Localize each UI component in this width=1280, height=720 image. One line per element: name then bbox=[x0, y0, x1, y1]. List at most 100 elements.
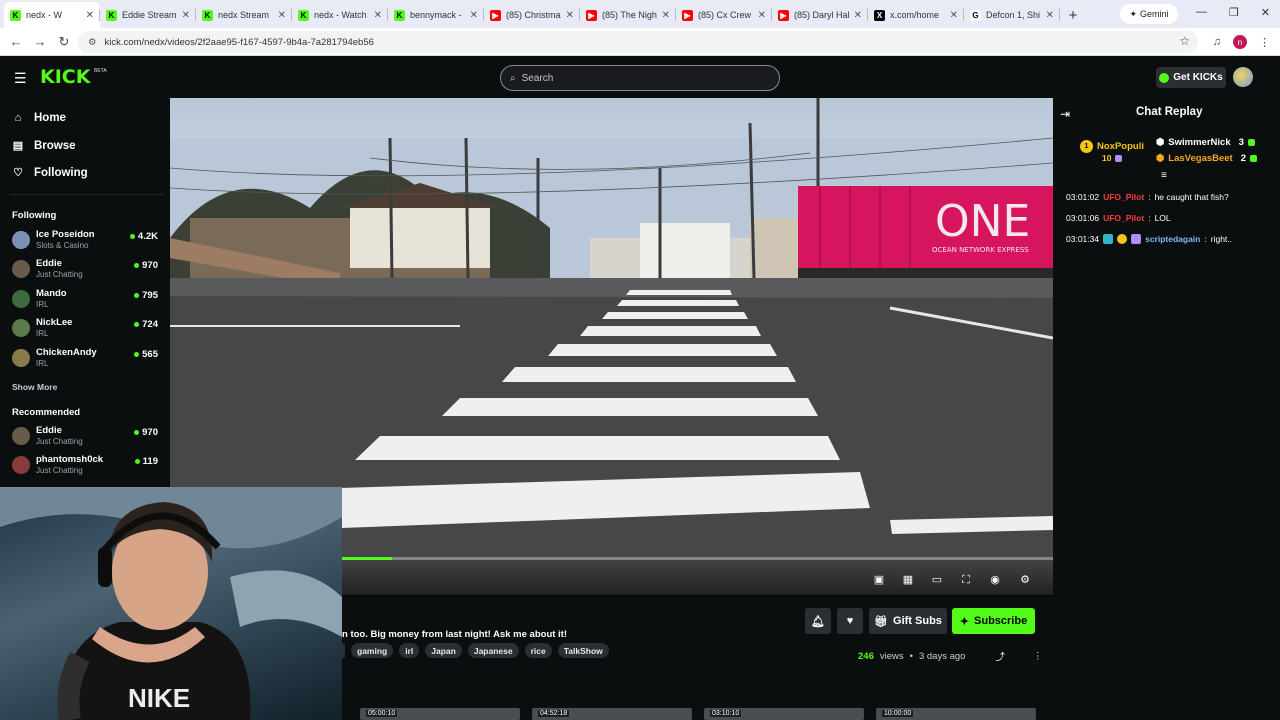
chat-username[interactable]: UFO_Pilot bbox=[1103, 213, 1144, 223]
viewer-count-value: 795 bbox=[142, 289, 158, 301]
related-video-thumbnail[interactable]: 04:52:18 bbox=[532, 708, 692, 720]
channel-category: Slots & Casino bbox=[36, 241, 89, 250]
top-gifter-3[interactable]: ⬢ LasVegasBeet 2 bbox=[1156, 153, 1258, 164]
hamburger-menu-icon[interactable]: ☰ bbox=[14, 70, 27, 87]
notification-bell-button[interactable]: 🔔︎ bbox=[805, 608, 831, 634]
viewer-count: 4.2K bbox=[129, 231, 158, 242]
close-tab-icon[interactable]: ✕ bbox=[758, 10, 766, 21]
more-options-icon[interactable]: ⋮ bbox=[1033, 651, 1043, 662]
mini-player-icon[interactable]: ▣ bbox=[872, 573, 886, 587]
tag-chip[interactable]: rice bbox=[524, 643, 552, 658]
channel-row[interactable]: ChickenAndy IRL 565 bbox=[12, 346, 162, 372]
browser-tab[interactable]: Knedx Stream ✕ bbox=[196, 2, 292, 28]
tab-title: (85) Christma bbox=[506, 10, 561, 20]
media-controls-icon[interactable]: ♫ bbox=[1213, 36, 1221, 48]
close-tab-icon[interactable]: ✕ bbox=[1046, 10, 1054, 21]
sidebar-item-home[interactable]: ⌂ Home bbox=[12, 112, 66, 124]
reload-icon[interactable]: ↻ bbox=[52, 34, 76, 50]
subscribe-button[interactable]: ✦ Subscribe bbox=[952, 608, 1035, 634]
collapse-chat-icon[interactable]: ⇥ bbox=[1060, 107, 1070, 121]
share-icon[interactable]: ⤴ bbox=[995, 649, 1005, 663]
close-window-icon[interactable]: ✕ bbox=[1261, 6, 1270, 19]
tab-favicon-icon: K bbox=[10, 9, 21, 21]
browser-tab[interactable]: Kbennymack - ✕ bbox=[388, 2, 484, 28]
channel-row[interactable]: Ice Poseidon Slots & Casino 4.2K bbox=[12, 228, 162, 254]
close-tab-icon[interactable]: ✕ bbox=[566, 10, 574, 21]
tab-title: (85) Daryl Hal bbox=[794, 10, 849, 20]
browser-tab[interactable]: ▶ (85) Christma ✕ bbox=[484, 2, 580, 28]
video-duration: 04:52:18 bbox=[538, 710, 570, 717]
site-info-icon[interactable]: ⚙ bbox=[88, 37, 97, 48]
gift-subs-button[interactable]: 🎁︎ Gift Subs bbox=[869, 608, 947, 634]
close-tab-icon[interactable]: ✕ bbox=[86, 10, 94, 21]
browser-tab[interactable]: ▶ (85) The Nigh ✕ bbox=[580, 2, 676, 28]
browser-tab[interactable]: ▶ (85) Cx Crew ✕ bbox=[676, 2, 772, 28]
channel-category: Just Chatting bbox=[36, 466, 83, 476]
close-tab-icon[interactable]: ✕ bbox=[854, 10, 862, 21]
sidebar-item-following[interactable]: ♡ Following bbox=[12, 166, 88, 180]
back-icon[interactable]: ← bbox=[4, 34, 28, 49]
browser-tab[interactable]: K Eddie Stream ✕ bbox=[100, 2, 196, 28]
close-tab-icon[interactable]: ✕ bbox=[278, 10, 286, 21]
sidebar-item-browse[interactable]: ▤ Browse bbox=[12, 139, 76, 153]
viewer-count: 795 bbox=[134, 290, 158, 301]
chat-username[interactable]: UFO_Pilot bbox=[1103, 192, 1144, 202]
subscribe-label: Subscribe bbox=[974, 615, 1028, 627]
gemini-label: Gemini bbox=[1140, 9, 1169, 19]
tag-chip[interactable]: irl bbox=[399, 643, 420, 658]
channel-row[interactable]: Mando IRL 795 bbox=[12, 287, 162, 313]
browser-tab[interactable]: Knedx - W ✕ bbox=[4, 2, 100, 28]
minimize-icon[interactable]: — bbox=[1196, 6, 1207, 19]
close-tab-icon[interactable]: ✕ bbox=[950, 10, 958, 21]
clip-icon[interactable]: ▦ bbox=[901, 573, 915, 587]
live-dot-icon bbox=[134, 263, 140, 269]
expand-leaderboard-icon[interactable]: ≡ bbox=[1161, 170, 1167, 181]
close-tab-icon[interactable]: ✕ bbox=[182, 10, 190, 21]
tab-favicon-icon: X bbox=[874, 9, 885, 21]
close-tab-icon[interactable]: ✕ bbox=[470, 10, 478, 21]
follow-button[interactable]: ♥ bbox=[837, 608, 863, 634]
tag-chip[interactable]: Japanese bbox=[467, 643, 519, 658]
chat-username[interactable]: scriptedagain bbox=[1145, 234, 1200, 244]
top-gifter-1[interactable]: 1 NoxPopuli bbox=[1080, 140, 1144, 153]
browser-tab[interactable]: Knedx - Watch ✕ bbox=[292, 2, 388, 28]
playback-speed-icon[interactable]: ◉ bbox=[988, 573, 1002, 587]
related-video-thumbnail[interactable]: 10:00:00 bbox=[876, 708, 1036, 720]
theater-mode-icon[interactable]: ▭ bbox=[930, 573, 944, 587]
browser-menu-icon[interactable]: ⋮ bbox=[1259, 36, 1270, 49]
show-more-link[interactable]: Show More bbox=[12, 382, 57, 392]
related-video-thumbnail[interactable]: 05:00:10 bbox=[360, 708, 520, 720]
top-gifter-2[interactable]: ⬢ SwimmerNick 3 bbox=[1156, 137, 1255, 148]
new-tab-icon[interactable]: + bbox=[1060, 2, 1086, 28]
browser-tab[interactable]: ▶ (85) Daryl Hal ✕ bbox=[772, 2, 868, 28]
channel-row[interactable]: Eddie Just Chatting 970 bbox=[12, 257, 162, 283]
search-input[interactable]: ⌕ Search bbox=[500, 65, 780, 91]
url-field[interactable]: ⚙ kick.com/nedx/videos/2f2aae95-f167-459… bbox=[78, 31, 1198, 53]
get-kicks-button[interactable]: Get KICKs bbox=[1156, 67, 1226, 88]
tag-chip[interactable]: TalkShow bbox=[557, 643, 609, 658]
kick-logo[interactable]: KICK bbox=[40, 66, 90, 88]
leader-count: 2 bbox=[1240, 153, 1247, 164]
channel-row[interactable]: NickLee IRL 724 bbox=[12, 316, 162, 342]
fullscreen-icon[interactable]: ⛶ bbox=[959, 573, 973, 587]
profile-avatar[interactable]: n bbox=[1233, 35, 1247, 49]
related-video-thumbnail[interactable]: 03:10:10 bbox=[704, 708, 864, 720]
settings-gear-icon[interactable]: ⚙ bbox=[1018, 573, 1032, 587]
channel-row[interactable]: Eddie Just Chatting 970 bbox=[12, 424, 162, 450]
restore-icon[interactable]: ❐ bbox=[1229, 6, 1239, 19]
close-tab-icon[interactable]: ✕ bbox=[374, 10, 382, 21]
viewer-count-value: 119 bbox=[142, 456, 158, 468]
user-avatar[interactable] bbox=[1233, 67, 1253, 87]
forward-icon[interactable]: → bbox=[28, 34, 52, 49]
gemini-button[interactable]: ✦ Gemini bbox=[1120, 4, 1178, 24]
tag-chip[interactable]: Japan bbox=[425, 643, 462, 658]
close-tab-icon[interactable]: ✕ bbox=[662, 10, 670, 21]
bookmark-star-icon[interactable]: ☆ bbox=[1179, 34, 1190, 48]
channel-row[interactable]: phantomsh0ck Just Chatting 119 bbox=[12, 453, 162, 479]
sub-badge-icon bbox=[1115, 154, 1123, 162]
video-progress-bar[interactable] bbox=[342, 557, 1053, 560]
tag-chip[interactable] bbox=[342, 643, 345, 658]
browser-tab[interactable]: Xx.com/home ✕ bbox=[868, 2, 964, 28]
tag-chip[interactable]: gaming bbox=[351, 643, 394, 658]
browser-tab[interactable]: G Defcon 1, Shi ✕ bbox=[964, 2, 1060, 28]
